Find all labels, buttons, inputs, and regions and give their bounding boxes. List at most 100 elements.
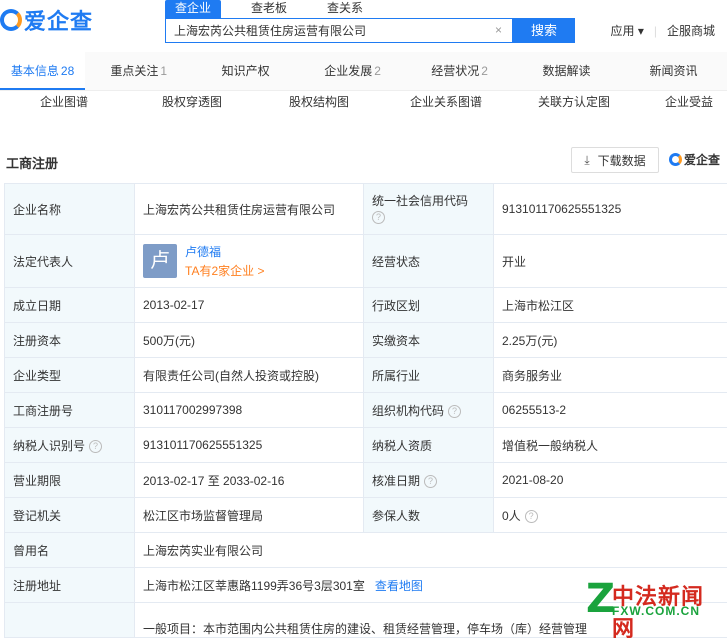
graph-subnav: 企业图谱 股权穿透图 股权结构图 企业关系图谱 关联方认定图 企业受益 (0, 91, 727, 113)
tab-news[interactable]: 新闻资讯 (620, 52, 727, 90)
top-bar: 爱企查 查企业 查老板 查关系 × 搜索 应用 ▾ | 企服商城 (0, 0, 727, 53)
label-cell: 参保人数 (364, 498, 494, 533)
label-cell: 注册资本 (5, 323, 135, 358)
label-cell: 核准日期? (364, 463, 494, 498)
watermark-en: FXW.COM.CN (612, 604, 700, 618)
legal-rep: 卢 卢德福 TA有2家企业 > (143, 243, 355, 279)
label-cell (5, 603, 135, 638)
top-links: 应用 ▾ | 企服商城 (611, 22, 716, 39)
service-mall-link[interactable]: 企服商城 (667, 22, 715, 39)
legal-rep-companies-link[interactable]: TA有2家企业 > (185, 262, 264, 279)
help-icon[interactable]: ? (448, 405, 461, 418)
label-cell: 工商注册号 (5, 393, 135, 428)
tab-label: 新闻资讯 (650, 64, 698, 78)
tab-label: 企业发展 (324, 64, 372, 78)
label-cell: 法定代表人 (5, 235, 135, 288)
label-cell: 成立日期 (5, 288, 135, 323)
subtab-related-party[interactable]: 关联方认定图 (538, 93, 610, 110)
tab-label: 重点关注 (110, 64, 158, 78)
legal-rep-info: 卢德福 TA有2家企业 > (185, 243, 264, 279)
help-icon[interactable]: ? (424, 475, 437, 488)
brand-badge: 爱企查 (669, 151, 720, 168)
subtab-equity-structure[interactable]: 股权结构图 (289, 93, 349, 110)
credit-code-label: 统一社会信用代码 (372, 194, 468, 208)
table-row: 成立日期 2013-02-17 行政区划 上海市松江区 (5, 288, 727, 323)
tab-search-company[interactable]: 查企业 (165, 0, 221, 18)
founded-value: 2013-02-17 (135, 288, 364, 323)
former-name-value: 上海宏芮实业有限公司 (135, 533, 727, 568)
approval-value: 2021-08-20 (494, 463, 727, 498)
tab-label: 经营状况 (431, 64, 479, 78)
brand-logo[interactable]: 爱企查 (0, 4, 93, 36)
tab-development[interactable]: 企业发展2 (299, 52, 406, 90)
label-cell: 企业类型 (5, 358, 135, 393)
watermark-letter: Z (586, 578, 615, 620)
tab-count: 1 (160, 64, 167, 78)
label-cell: 纳税人资质 (364, 428, 494, 463)
reg-capital-value: 500万(元) (135, 323, 364, 358)
subtab-enterprise-graph[interactable]: 企业图谱 (40, 93, 88, 110)
help-icon[interactable]: ? (372, 211, 385, 224)
table-row: 法定代表人 卢 卢德福 TA有2家企业 > 经营状态 开业 (5, 235, 727, 288)
magnifier-logo-icon (669, 153, 682, 166)
address-value: 上海市松江区莘惠路1199弄36号3层301室 (143, 579, 365, 593)
tab-count: 2 (481, 64, 488, 78)
paid-capital-value: 2.25万(元) (494, 323, 727, 358)
view-map-link[interactable]: 查看地图 (375, 579, 423, 593)
status-value: 开业 (494, 235, 727, 288)
tab-search-relation[interactable]: 查关系 (317, 0, 373, 18)
company-name-value: 上海宏芮公共租赁住房运营有限公司 (135, 184, 364, 235)
tab-data-insight[interactable]: 数据解读 (513, 52, 620, 90)
label-cell: 实缴资本 (364, 323, 494, 358)
search-input[interactable] (166, 19, 492, 42)
help-icon[interactable]: ? (89, 440, 102, 453)
taxpayer-id-label: 纳税人识别号 (13, 439, 85, 453)
credit-code-value: 913101170625551325 (494, 184, 727, 235)
table-row: 注册资本 500万(元) 实缴资本 2.25万(元) (5, 323, 727, 358)
tab-ip[interactable]: 知识产权 (192, 52, 299, 90)
table-row: 企业名称 上海宏芮公共租赁住房运营有限公司 统一社会信用代码 ? 9131011… (5, 184, 727, 235)
label-cell: 经营状态 (364, 235, 494, 288)
authority-value: 松江区市场监督管理局 (135, 498, 364, 533)
section-title: 工商注册 (6, 153, 58, 172)
org-code-value: 06255513-2 (494, 393, 727, 428)
table-row: 营业期限 2013-02-17 至 2033-02-16 核准日期? 2021-… (5, 463, 727, 498)
approval-label: 核准日期 (372, 474, 420, 488)
brand-name: 爱企查 (24, 4, 93, 36)
search-tabs: 查企业 查老板 查关系 (165, 0, 393, 18)
taxpayer-type-value: 增值税一般纳税人 (494, 428, 727, 463)
table-row: 曾用名 上海宏芮实业有限公司 (5, 533, 727, 568)
apps-menu[interactable]: 应用 ▾ (611, 22, 644, 39)
insured-cell: 0人? (494, 498, 727, 533)
help-icon[interactable]: ? (525, 510, 538, 523)
tab-search-boss[interactable]: 查老板 (241, 0, 297, 18)
main-tabs: 基本信息28 重点关注1 知识产权 企业发展2 经营状况2 数据解读 新闻资讯 (0, 52, 727, 91)
watermark-logo: Z 中法新闻网 FXW.COM.CN (586, 578, 726, 620)
org-code-label: 组织机构代码 (372, 404, 444, 418)
tab-label: 数据解读 (543, 64, 591, 78)
magnifier-logo-icon (0, 9, 22, 31)
registration-table: 企业名称 上海宏芮公共租赁住房运营有限公司 统一社会信用代码 ? 9131011… (4, 183, 727, 638)
tab-basic-info[interactable]: 基本信息28 (0, 52, 85, 90)
table-row: 登记机关 松江区市场监督管理局 参保人数 0人? (5, 498, 727, 533)
industry-value: 商务服务业 (494, 358, 727, 393)
search-button[interactable]: 搜索 (513, 18, 575, 43)
legal-rep-cell: 卢 卢德福 TA有2家企业 > (135, 235, 364, 288)
label-cell: 行政区划 (364, 288, 494, 323)
subtab-relation-graph[interactable]: 企业关系图谱 (410, 93, 482, 110)
tab-key-focus[interactable]: 重点关注1 (85, 52, 192, 90)
subtab-equity-penetration[interactable]: 股权穿透图 (162, 93, 222, 110)
subtab-beneficiary[interactable]: 企业受益 (665, 93, 713, 110)
download-data-button[interactable]: ⤓ 下载数据 (571, 147, 659, 173)
label-cell: 组织机构代码? (364, 393, 494, 428)
taxpayer-id-value: 913101170625551325 (135, 428, 364, 463)
clear-icon[interactable]: × (495, 23, 502, 37)
reg-no-value: 310117002997398 (135, 393, 364, 428)
legal-rep-name-link[interactable]: 卢德福 (185, 243, 264, 260)
label-cell: 营业期限 (5, 463, 135, 498)
label-cell: 登记机关 (5, 498, 135, 533)
type-value: 有限责任公司(自然人投资或控股) (135, 358, 364, 393)
tab-operations[interactable]: 经营状况2 (406, 52, 513, 90)
label-cell: 注册地址 (5, 568, 135, 603)
tab-count: 2 (374, 64, 381, 78)
